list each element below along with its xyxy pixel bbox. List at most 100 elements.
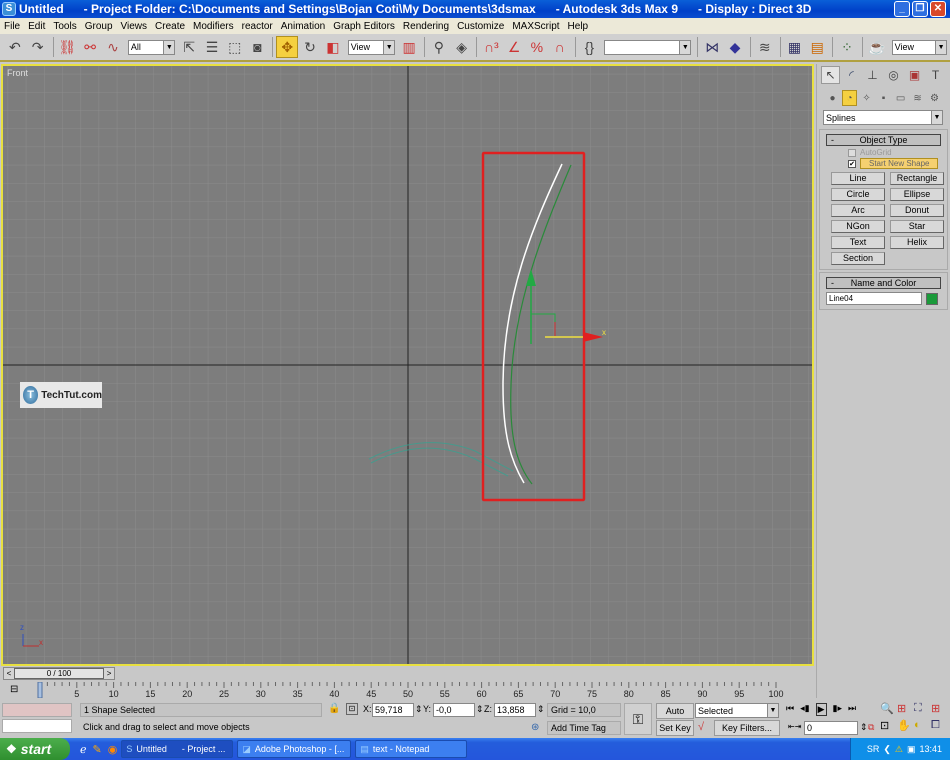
z-spinner[interactable]: ⇕ bbox=[537, 702, 545, 716]
geometry-icon[interactable]: ● bbox=[825, 90, 840, 106]
play-icon[interactable]: ▶ bbox=[815, 703, 827, 716]
menu-rendering[interactable]: Rendering bbox=[399, 21, 453, 32]
x-spinner[interactable]: ⇕ bbox=[415, 702, 423, 716]
percent-snap-icon[interactable]: % bbox=[526, 36, 548, 58]
field-of-view-icon[interactable]: ⊡ bbox=[880, 719, 897, 732]
select-and-rotate-icon[interactable]: ↻ bbox=[299, 36, 321, 58]
snaps-toggle-icon[interactable]: ∩³ bbox=[480, 36, 502, 58]
menu-group[interactable]: Group bbox=[81, 21, 117, 32]
schematic-view-icon[interactable]: ▤ bbox=[806, 36, 828, 58]
select-and-move-icon[interactable]: ✥ bbox=[276, 36, 299, 58]
zoom-icon[interactable]: 🔍 bbox=[880, 702, 897, 715]
warning-icon[interactable]: ⚠ bbox=[895, 744, 903, 755]
menu-animation[interactable]: Animation bbox=[277, 21, 329, 32]
task-photoshop[interactable]: ◪ Adobe Photoshop - [... bbox=[237, 740, 352, 758]
angle-snap-icon[interactable]: ∠ bbox=[503, 36, 525, 58]
lights-icon[interactable]: ✧ bbox=[859, 90, 874, 106]
x-coordinate-input[interactable]: 59,718 bbox=[372, 703, 414, 717]
set-key-button[interactable]: Set Key bbox=[656, 720, 694, 736]
time-slider-prev[interactable]: < bbox=[4, 669, 14, 678]
layer-manager-icon[interactable]: ≋ bbox=[754, 36, 776, 58]
y-spinner[interactable]: ⇕ bbox=[476, 702, 484, 716]
auto-key-button[interactable]: Auto Key bbox=[656, 703, 694, 730]
cameras-icon[interactable]: ▪ bbox=[876, 90, 891, 106]
menu-modifiers[interactable]: Modifiers bbox=[189, 21, 238, 32]
line-button[interactable]: Line bbox=[831, 172, 885, 185]
motion-tab-icon[interactable]: ◎ bbox=[884, 66, 903, 84]
absolute-mode-icon[interactable]: ⊡ bbox=[346, 703, 358, 715]
autogrid-checkbox[interactable] bbox=[848, 148, 856, 157]
menu-help[interactable]: Help bbox=[564, 21, 593, 32]
track-bar-toggle-icon[interactable]: ⊟ bbox=[10, 684, 18, 695]
menu-maxscript[interactable]: MAXScript bbox=[508, 21, 563, 32]
frame-spinner[interactable]: ⇕ bbox=[860, 720, 868, 734]
rectangular-selection-icon[interactable]: ⬚ bbox=[224, 36, 246, 58]
render-type-dropdown[interactable]: View ▼ bbox=[891, 39, 948, 55]
time-tag-icon[interactable]: ⊛ bbox=[531, 722, 539, 733]
shapes-icon[interactable]: ◔ bbox=[841, 90, 858, 106]
edit-named-selection-icon[interactable]: {} bbox=[579, 36, 601, 58]
time-slider[interactable]: < 0 / 100 > bbox=[3, 667, 115, 680]
space-warps-icon[interactable]: ≋ bbox=[910, 90, 925, 106]
z-coordinate-input[interactable]: 13,858 bbox=[494, 703, 536, 717]
modify-tab-icon[interactable]: ◜ bbox=[842, 66, 861, 84]
circle-button[interactable]: Circle bbox=[831, 188, 885, 201]
menu-create[interactable]: Create bbox=[151, 21, 189, 32]
key-mode-dropdown[interactable]: Selected ▼ bbox=[695, 703, 779, 718]
render-scene-icon[interactable]: ☕ bbox=[866, 36, 888, 58]
align-icon[interactable]: ◆ bbox=[724, 36, 746, 58]
menu-views[interactable]: Views bbox=[117, 21, 152, 32]
task-notepad[interactable]: ▤ text - Notepad bbox=[355, 740, 468, 758]
previous-frame-icon[interactable]: ◂▮ bbox=[800, 703, 809, 716]
restore-button[interactable]: ❐ bbox=[912, 1, 928, 17]
current-frame-input[interactable]: 0 bbox=[804, 721, 858, 735]
maxscript-listener-bottom[interactable] bbox=[2, 719, 72, 733]
menu-reactor[interactable]: reactor bbox=[238, 21, 277, 32]
pan-icon[interactable]: ✋ bbox=[897, 719, 914, 732]
task-3dsmax[interactable]: S Untitled - Project ... bbox=[121, 740, 234, 758]
reference-coordinate-dropdown[interactable]: View ▼ bbox=[347, 39, 396, 55]
ngon-button[interactable]: NGon bbox=[831, 220, 885, 233]
y-coordinate-input[interactable]: -0,0 bbox=[433, 703, 475, 717]
utilities-tab-icon[interactable]: T bbox=[926, 66, 945, 84]
star-button[interactable]: Star bbox=[890, 220, 944, 233]
select-by-name-icon[interactable]: ☰ bbox=[201, 36, 223, 58]
keyboard-shortcut-override-icon[interactable]: ◈ bbox=[451, 36, 473, 58]
track-bar-ruler[interactable]: 0510152025303540455055606570758085909510… bbox=[37, 682, 807, 698]
zoom-extents-icon[interactable]: ⛶ bbox=[914, 702, 931, 715]
rectangle-button[interactable]: Rectangle bbox=[890, 172, 944, 185]
quicklaunch-app-icon[interactable]: ✎ bbox=[93, 743, 102, 756]
key-mode-toggle-icon[interactable]: ⇤⇥ bbox=[788, 722, 801, 731]
zoom-extents-all-icon[interactable]: ⊞ bbox=[931, 702, 948, 715]
key-filters-button[interactable]: Key Filters... bbox=[714, 720, 780, 736]
network-icon[interactable]: ▣ bbox=[907, 744, 916, 755]
start-new-shape-button[interactable]: Start New Shape bbox=[860, 158, 939, 169]
curve-editor-icon[interactable]: ▦ bbox=[784, 36, 806, 58]
display-tab-icon[interactable]: ▣ bbox=[905, 66, 924, 84]
close-button[interactable]: ✕ bbox=[930, 1, 946, 17]
section-button[interactable]: Section bbox=[831, 252, 885, 265]
select-and-scale-icon[interactable]: ◧ bbox=[322, 36, 344, 58]
bind-to-space-warp-icon[interactable]: ∿ bbox=[102, 36, 124, 58]
select-manipulate-icon[interactable]: ⚲ bbox=[428, 36, 450, 58]
minimize-button[interactable]: _ bbox=[894, 1, 910, 17]
undo-icon[interactable]: ↶ bbox=[4, 36, 26, 58]
time-configuration-icon[interactable]: ⧉ bbox=[868, 720, 874, 734]
create-tab-icon[interactable]: ↖ bbox=[821, 66, 840, 84]
maximize-viewport-icon[interactable]: ⧠ bbox=[931, 719, 948, 732]
named-selection-dropdown[interactable]: ▼ bbox=[604, 39, 692, 55]
object-color-swatch[interactable] bbox=[926, 292, 938, 305]
quicklaunch-firefox-icon[interactable]: ◉ bbox=[108, 743, 118, 756]
arc-button[interactable]: Arc bbox=[831, 204, 885, 217]
start-button[interactable]: ❖ start bbox=[0, 738, 70, 760]
set-key-mode-button[interactable]: ⚿ bbox=[624, 703, 652, 735]
spinner-snap-icon[interactable]: ∩ bbox=[549, 36, 571, 58]
object-type-rollout-header[interactable]: - Object Type bbox=[826, 134, 941, 146]
default-in-out-tangent-icon[interactable]: √ bbox=[698, 721, 704, 733]
time-slider-next[interactable]: > bbox=[104, 669, 114, 678]
current-frame-marker[interactable] bbox=[37, 682, 43, 698]
object-name-input[interactable]: Line04 bbox=[826, 292, 922, 305]
menu-edit[interactable]: Edit bbox=[24, 21, 49, 32]
start-new-shape-checkbox[interactable]: ✔ bbox=[848, 159, 856, 168]
redo-icon[interactable]: ↷ bbox=[27, 36, 49, 58]
